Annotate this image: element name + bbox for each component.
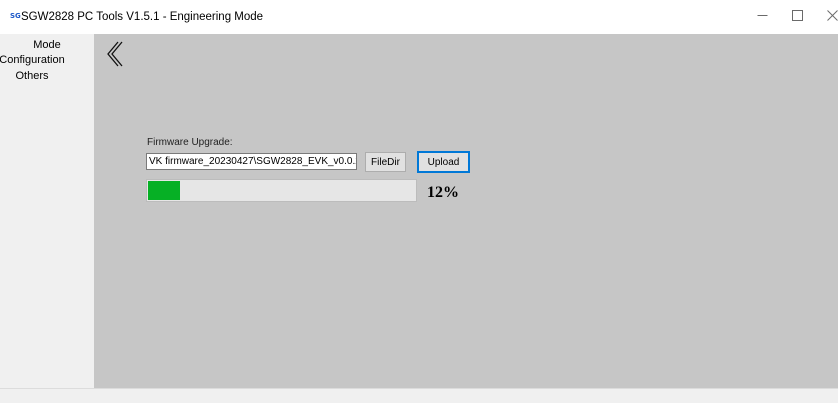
sidebar-nav: Mode Configuration Others (0, 34, 94, 388)
app-logo-icon: SG (10, 12, 21, 20)
maximize-button[interactable] (778, 0, 816, 30)
upload-button[interactable]: Upload (417, 151, 470, 173)
window-title: SGW2828 PC Tools V1.5.1 - Engineering Mo… (21, 11, 264, 23)
close-button[interactable] (813, 0, 838, 30)
main-panel: Firmware Upgrade: VK firmware_20230427\S… (94, 34, 838, 388)
title-bar[interactable]: SG SGW2828 PC Tools V1.5.1 - Engineering… (0, 0, 838, 34)
firmware-path-field[interactable]: VK firmware_20230427\SGW2828_EVK_v0.0.26… (146, 153, 357, 170)
back-button[interactable] (103, 39, 127, 69)
status-bar (0, 388, 838, 403)
minimize-icon (757, 14, 767, 16)
firmware-upgrade-label: Firmware Upgrade: (147, 137, 233, 148)
chevron-left-double-icon (107, 41, 123, 67)
progress-fill (148, 181, 180, 200)
app-window: SG SGW2828 PC Tools V1.5.1 - Engineering… (0, 0, 838, 403)
upload-progress-bar (146, 179, 417, 202)
sidebar-item-configuration[interactable]: Configuration (0, 53, 79, 68)
progress-percent-text: 12% (427, 184, 459, 201)
maximize-icon (791, 9, 803, 21)
sidebar-item-others[interactable]: Others (0, 69, 79, 84)
minimize-button[interactable] (743, 0, 781, 30)
close-icon (826, 9, 838, 21)
filedir-button[interactable]: FileDir (365, 152, 406, 172)
